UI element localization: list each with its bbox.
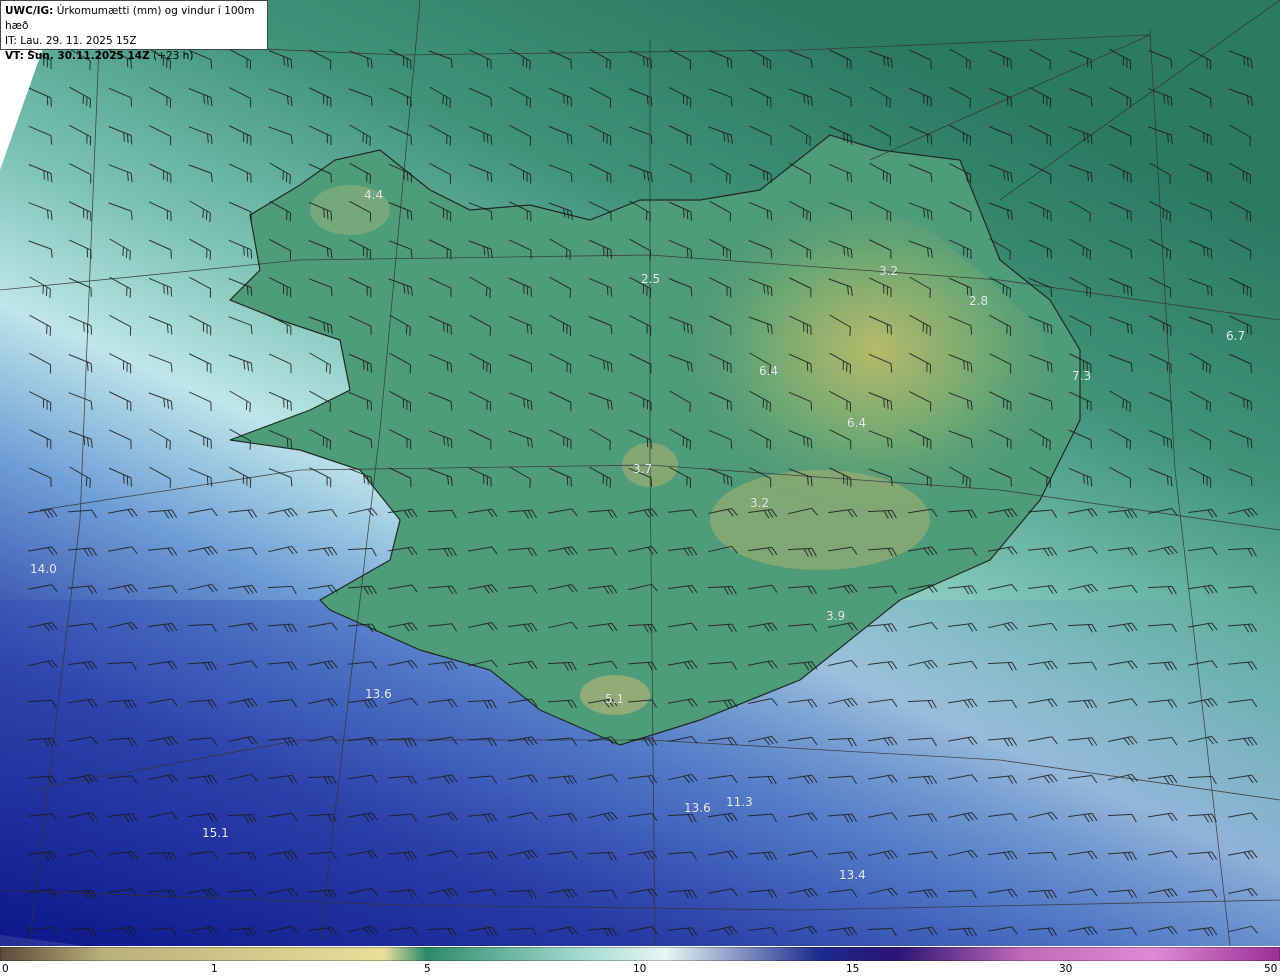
- model-label: UWC/IG:: [5, 5, 54, 17]
- value-label: 4.4: [364, 188, 384, 202]
- colorbar-tick: 10: [633, 963, 647, 975]
- value-label: 13.6: [684, 801, 711, 815]
- value-label: 3.7: [633, 462, 653, 476]
- value-label: 15.1: [202, 826, 229, 840]
- init-time: IT: Lau. 29. 11. 2025 15Z: [5, 35, 137, 47]
- value-label: 6.4: [847, 416, 867, 430]
- map-info-box: UWC/IG: Úrkomumætti (mm) og vindur í 100…: [0, 0, 268, 62]
- value-label: 6.7: [1226, 329, 1246, 343]
- colorbar-tick: 50: [1264, 963, 1278, 975]
- value-label: 3.2: [879, 264, 899, 278]
- colorbar-tick: 15: [846, 963, 860, 975]
- value-label: 5.1: [605, 692, 625, 706]
- colorbar-tick: 1: [211, 963, 218, 975]
- value-label: 2.5: [641, 272, 661, 286]
- value-label: 3.9: [826, 609, 846, 623]
- value-label: 6.4: [759, 364, 779, 378]
- value-label: 13.6: [365, 687, 392, 701]
- colorbar-ticks: 0 1 5 10 15 30 50: [0, 961, 1280, 978]
- value-label: 2.8: [969, 294, 989, 308]
- value-label: 13.4: [839, 868, 866, 882]
- vatnajokull-highland: [710, 470, 930, 570]
- value-label: 7.3: [1072, 369, 1092, 383]
- valid-time: Sun. 30.11.2025 14Z: [27, 50, 150, 62]
- valid-prefix: VT:: [5, 50, 24, 62]
- precipitation-colorbar: [0, 947, 1280, 961]
- colorbar-tick: 30: [1059, 963, 1073, 975]
- lead-time: (+23 h): [153, 50, 194, 62]
- colorbar-tick: 5: [424, 963, 431, 975]
- colorbar-tick: 0: [2, 963, 9, 975]
- value-label: 11.3: [726, 795, 753, 809]
- value-label: 14.0: [30, 562, 57, 576]
- value-label: 3.2: [750, 496, 770, 510]
